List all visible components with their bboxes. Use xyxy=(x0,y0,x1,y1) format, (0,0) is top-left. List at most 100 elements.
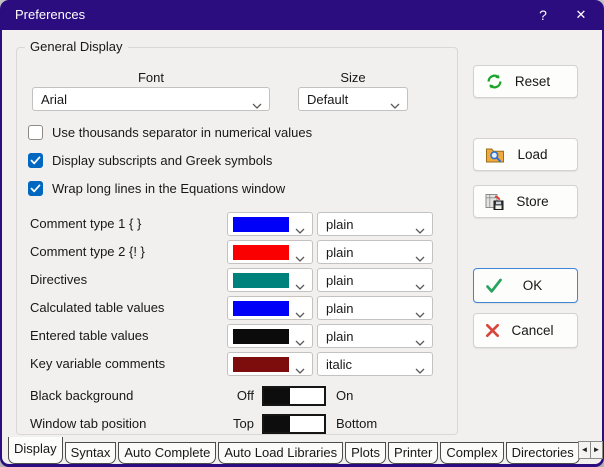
row-label: Calculated table values xyxy=(30,300,165,315)
chevron-down-icon xyxy=(252,97,262,112)
entered-values-row: Entered table values plain xyxy=(2,324,444,348)
calculated-color-select[interactable] xyxy=(227,296,313,320)
comment1-row: Comment type 1 { } plain xyxy=(2,212,444,236)
title-bar[interactable]: Preferences ? ✕ xyxy=(0,0,604,30)
window-title: Preferences xyxy=(15,7,86,22)
color-swatch xyxy=(233,245,289,260)
comment2-color-select[interactable] xyxy=(227,240,313,264)
save-disk-icon xyxy=(485,193,505,211)
refresh-icon xyxy=(485,72,504,91)
chevron-down-icon xyxy=(415,278,425,293)
wrap-lines-checkbox[interactable]: Wrap long lines in the Equations window xyxy=(28,179,285,197)
toggle-right-label: On xyxy=(336,388,354,403)
calculated-values-row: Calculated table values plain xyxy=(2,296,444,320)
tab-auto-complete[interactable]: Auto Complete xyxy=(118,442,217,464)
directives-row: Directives plain xyxy=(2,268,444,292)
row-label: Comment type 1 { } xyxy=(30,216,142,231)
directives-style-select[interactable]: plain xyxy=(317,268,433,292)
keyvar-color-select[interactable] xyxy=(227,352,313,376)
keyvar-style-select[interactable]: italic xyxy=(317,352,433,376)
comment1-style-select[interactable]: plain xyxy=(317,212,433,236)
style-value: plain xyxy=(326,272,354,288)
tab-display[interactable]: Display xyxy=(8,437,63,464)
checkbox-label: Display subscripts and Greek symbols xyxy=(52,152,273,168)
chevron-down-icon xyxy=(415,222,425,237)
reset-button[interactable]: Reset xyxy=(473,65,578,98)
font-select[interactable]: Arial xyxy=(32,87,270,111)
tab-syntax[interactable]: Syntax xyxy=(64,442,117,464)
folder-search-icon xyxy=(485,146,505,164)
calculated-style-select[interactable]: plain xyxy=(317,296,433,320)
black-background-row: Black background Off On xyxy=(2,385,444,407)
row-label: Directives xyxy=(30,272,88,287)
chevron-down-icon xyxy=(415,306,425,321)
row-label: Entered table values xyxy=(30,328,149,343)
dialog-body: General Display Font Arial Size Default … xyxy=(2,30,603,464)
black-background-toggle[interactable] xyxy=(262,386,326,406)
tab-scroll-left-icon[interactable]: ◄ xyxy=(579,442,590,458)
store-button[interactable]: Store xyxy=(473,185,578,218)
chevron-down-icon xyxy=(415,250,425,265)
thousands-separator-checkbox[interactable]: Use thousands separator in numerical val… xyxy=(28,123,312,141)
checkbox-icon xyxy=(28,124,43,140)
color-swatch xyxy=(233,329,289,344)
close-button[interactable]: ✕ xyxy=(566,0,596,30)
toggle-left-label: Top xyxy=(233,416,254,431)
toggle-knob xyxy=(264,388,290,404)
tab-plots[interactable]: Plots xyxy=(345,442,387,464)
chevron-down-icon xyxy=(295,306,305,321)
x-icon xyxy=(485,323,500,338)
tab-directories[interactable]: Directories xyxy=(505,442,580,464)
comment1-color-select[interactable] xyxy=(227,212,313,236)
font-label: Font xyxy=(137,70,164,85)
tab-auto-load-libraries[interactable]: Auto Load Libraries xyxy=(218,442,344,464)
checkbox-label: Wrap long lines in the Equations window xyxy=(52,180,286,196)
row-label: Black background xyxy=(30,388,134,403)
checkbox-icon xyxy=(28,152,43,168)
directives-color-select[interactable] xyxy=(227,268,313,292)
style-value: italic xyxy=(326,356,353,372)
chevron-down-icon xyxy=(295,222,305,237)
entered-style-select[interactable]: plain xyxy=(317,324,433,348)
tab-scroll-right-icon[interactable]: ► xyxy=(591,442,602,458)
chevron-down-icon xyxy=(295,278,305,293)
subscripts-greek-checkbox[interactable]: Display subscripts and Greek symbols xyxy=(28,151,272,169)
row-label: Comment type 2 {! } xyxy=(30,244,145,259)
entered-color-select[interactable] xyxy=(227,324,313,348)
checkbox-icon xyxy=(28,180,43,196)
comment2-style-select[interactable]: plain xyxy=(317,240,433,264)
chevron-down-icon xyxy=(295,334,305,349)
tab-scroll-arrows: ◄ ► xyxy=(578,441,603,459)
tab-complex[interactable]: Complex xyxy=(440,442,504,464)
style-value: plain xyxy=(326,216,354,232)
help-button[interactable]: ? xyxy=(528,0,558,30)
toggle-right-label: Bottom xyxy=(336,416,378,431)
toggle-left-label: Off xyxy=(236,388,254,403)
color-swatch xyxy=(233,273,289,288)
preferences-dialog: Preferences ? ✕ General Display Font Ari… xyxy=(0,0,604,467)
size-label: Size xyxy=(340,70,366,85)
window-tab-position-toggle[interactable] xyxy=(262,414,326,434)
chevron-down-icon xyxy=(295,250,305,265)
ok-button[interactable]: OK xyxy=(473,268,578,303)
group-title: General Display xyxy=(25,39,128,54)
font-select-value: Arial xyxy=(41,91,68,107)
style-value: plain xyxy=(326,244,354,260)
check-icon xyxy=(485,278,503,294)
chevron-down-icon xyxy=(295,362,305,377)
color-swatch xyxy=(233,217,289,232)
window-tab-position-row: Window tab position Top Bottom xyxy=(2,413,444,435)
color-swatch xyxy=(233,357,289,372)
load-button[interactable]: Load xyxy=(473,138,578,171)
row-label: Key variable comments xyxy=(30,356,166,371)
cancel-button[interactable]: Cancel xyxy=(473,313,578,348)
color-swatch xyxy=(233,301,289,316)
tab-printer[interactable]: Printer xyxy=(388,442,439,464)
row-label: Window tab position xyxy=(30,416,147,431)
chevron-down-icon xyxy=(415,334,425,349)
size-select[interactable]: Default xyxy=(298,87,408,111)
style-value: plain xyxy=(326,300,354,316)
comment2-row: Comment type 2 {! } plain xyxy=(2,240,444,264)
chevron-down-icon xyxy=(415,362,425,377)
size-select-value: Default xyxy=(307,91,349,107)
